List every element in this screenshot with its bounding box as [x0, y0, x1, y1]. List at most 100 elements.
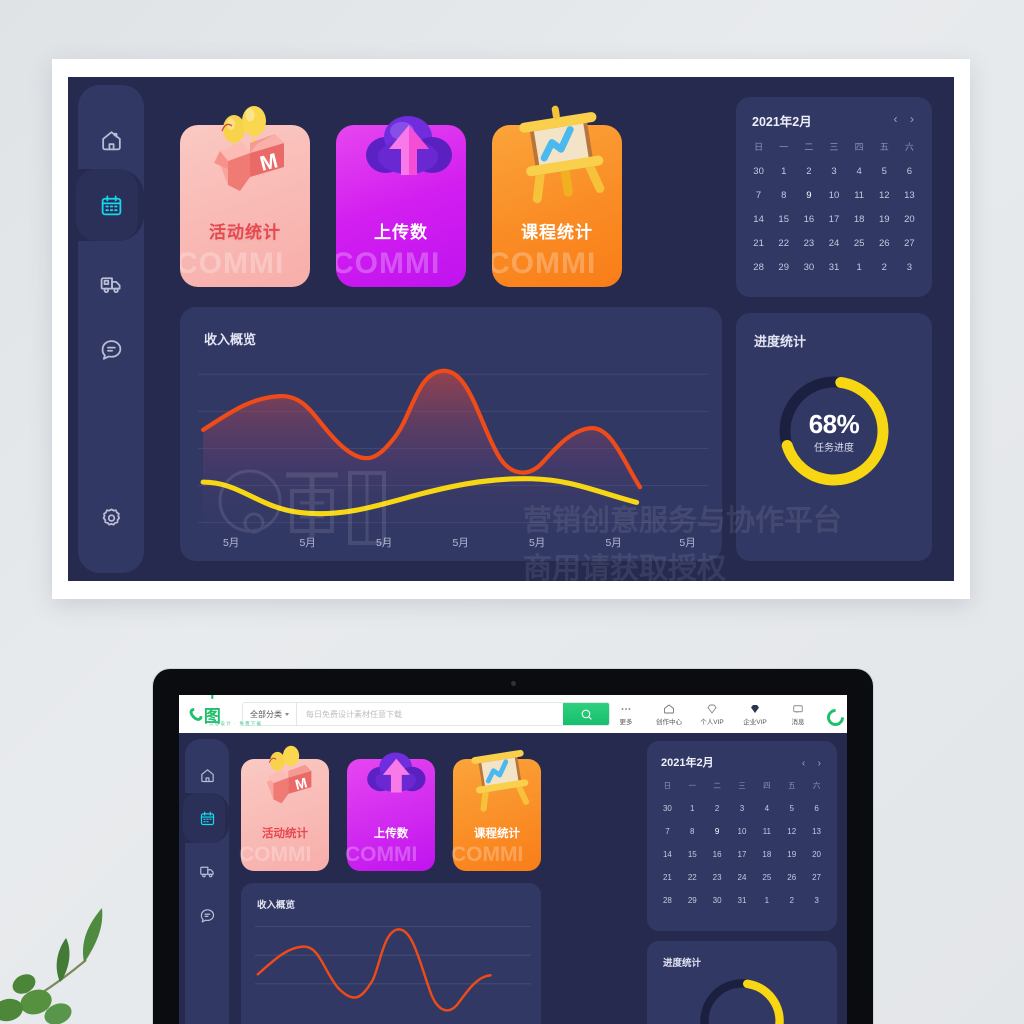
laptop-sidebar-item-messages[interactable] [185, 895, 229, 935]
calendar-day[interactable]: 23 [796, 233, 821, 254]
user-avatar[interactable] [823, 705, 847, 730]
calendar-day[interactable]: 21 [655, 867, 680, 888]
calendar-day[interactable]: 10 [730, 821, 755, 842]
sidebar-item-calendar[interactable] [78, 178, 144, 232]
calendar-day[interactable]: 6 [897, 161, 922, 182]
laptop-sidebar-item-calendar[interactable] [185, 798, 229, 838]
calendar-day[interactable]: 29 [680, 890, 705, 911]
calendar-day-selected[interactable]: 9 [796, 185, 821, 206]
calendar-day[interactable]: 30 [655, 798, 680, 819]
prev-month-button[interactable]: ‹ [890, 112, 902, 126]
calendar-day[interactable]: 8 [680, 821, 705, 842]
calendar-day[interactable]: 18 [847, 209, 872, 230]
calendar-day[interactable]: 18 [754, 844, 779, 865]
calendar-day[interactable]: 26 [779, 867, 804, 888]
calendar-day[interactable]: 11 [847, 185, 872, 206]
sidebar-item-home[interactable] [78, 113, 144, 167]
calendar-day[interactable]: 2 [705, 798, 730, 819]
calendar-day-today[interactable]: 14 [655, 844, 680, 865]
sidebar-item-messages[interactable] [78, 322, 144, 376]
calendar-day[interactable]: 4 [847, 161, 872, 182]
laptop-stat-card-activity[interactable]: COMMI 活动统计 M [239, 745, 329, 871]
calendar-day[interactable]: 30 [705, 890, 730, 911]
calendar-day[interactable]: 12 [779, 821, 804, 842]
calendar-day[interactable]: 28 [746, 257, 771, 278]
calendar-day[interactable]: 5 [779, 798, 804, 819]
calendar-day[interactable]: 13 [804, 821, 829, 842]
calendar-day-selected[interactable]: 9 [705, 821, 730, 842]
nav-item-messages[interactable]: 消息 [782, 702, 814, 726]
next-month-button[interactable]: › [906, 112, 918, 126]
calendar-day[interactable]: 12 [872, 185, 897, 206]
stat-cards: COMMI 活动统计 M COMMI 上传数 COMMI 课程统计 [180, 97, 622, 287]
calendar-day[interactable]: 1 [771, 161, 796, 182]
calendar-day[interactable]: 20 [804, 844, 829, 865]
calendar-day[interactable]: 22 [680, 867, 705, 888]
calendar-day[interactable]: 2 [779, 890, 804, 911]
search-input[interactable]: 每日免费设计素材任意下载 [297, 709, 563, 720]
calendar-day[interactable]: 3 [897, 257, 922, 278]
nav-item-creation[interactable]: 创作中心 [653, 702, 685, 726]
calendar-day[interactable]: 30 [796, 257, 821, 278]
laptop-sidebar-item-home[interactable] [185, 755, 229, 795]
calendar-day-today[interactable]: 14 [746, 209, 771, 230]
calendar-day[interactable]: 25 [754, 867, 779, 888]
stat-card-activity[interactable]: COMMI 活动统计 M [180, 106, 310, 287]
calendar-day[interactable]: 19 [872, 209, 897, 230]
calendar-day[interactable]: 21 [746, 233, 771, 254]
next-month-button[interactable]: › [814, 758, 825, 769]
calendar-day[interactable]: 16 [796, 209, 821, 230]
calendar-day[interactable]: 1 [847, 257, 872, 278]
calendar-day[interactable]: 4 [754, 798, 779, 819]
calendar-day[interactable]: 22 [771, 233, 796, 254]
sidebar-item-delivery[interactable] [78, 257, 144, 311]
laptop-sidebar-item-delivery[interactable] [185, 851, 229, 891]
stat-card-uploads[interactable]: COMMI 上传数 [336, 116, 466, 287]
calendar-day[interactable]: 23 [705, 867, 730, 888]
laptop-stat-card-uploads[interactable]: COMMI 上传数 [345, 752, 435, 871]
calendar-day[interactable]: 1 [680, 798, 705, 819]
laptop-progress-panel: 进度统计 [647, 941, 837, 1024]
calendar-day[interactable]: 24 [821, 233, 846, 254]
search-button[interactable] [563, 703, 609, 725]
calendar-day[interactable]: 7 [655, 821, 680, 842]
calendar-day[interactable]: 24 [730, 867, 755, 888]
calendar-day[interactable]: 28 [655, 890, 680, 911]
laptop-stat-card-courses[interactable]: COMMI 课程统计 [451, 749, 541, 871]
calendar-day[interactable]: 25 [847, 233, 872, 254]
calendar-day[interactable]: 26 [872, 233, 897, 254]
calendar-day[interactable]: 13 [897, 185, 922, 206]
calendar-day[interactable]: 20 [897, 209, 922, 230]
calendar-day[interactable]: 16 [705, 844, 730, 865]
calendar-day[interactable]: 3 [730, 798, 755, 819]
nav-item-enterprise-vip[interactable]: 企业VIP [739, 702, 771, 726]
calendar-day[interactable]: 6 [804, 798, 829, 819]
calendar-day[interactable]: 2 [872, 257, 897, 278]
calendar-day[interactable]: 8 [771, 185, 796, 206]
calendar-day[interactable]: 3 [804, 890, 829, 911]
nav-item-personal-vip[interactable]: 个人VIP [696, 702, 728, 726]
calendar-day[interactable]: 10 [821, 185, 846, 206]
calendar-day[interactable]: 7 [746, 185, 771, 206]
calendar-day[interactable]: 31 [821, 257, 846, 278]
home-icon [101, 130, 121, 150]
calendar-day[interactable]: 27 [897, 233, 922, 254]
calendar-day[interactable]: 1 [754, 890, 779, 911]
calendar-day[interactable]: 31 [730, 890, 755, 911]
calendar-day[interactable]: 15 [771, 209, 796, 230]
calendar-day[interactable]: 2 [796, 161, 821, 182]
calendar-day[interactable]: 3 [821, 161, 846, 182]
sidebar-item-settings[interactable] [78, 491, 144, 545]
calendar-day[interactable]: 5 [872, 161, 897, 182]
calendar-day[interactable]: 11 [754, 821, 779, 842]
calendar-day[interactable]: 29 [771, 257, 796, 278]
calendar-day[interactable]: 19 [779, 844, 804, 865]
calendar-day[interactable]: 27 [804, 867, 829, 888]
calendar-day[interactable]: 17 [730, 844, 755, 865]
calendar-day[interactable]: 17 [821, 209, 846, 230]
calendar-day[interactable]: 30 [746, 161, 771, 182]
prev-month-button[interactable]: ‹ [798, 758, 809, 769]
calendar-day[interactable]: 15 [680, 844, 705, 865]
stat-card-courses[interactable]: COMMI 课程统计 [492, 105, 622, 287]
nav-item-more[interactable]: 更多 [610, 702, 642, 726]
